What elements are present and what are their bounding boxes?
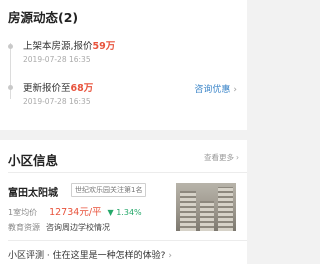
avg-price-value: 12734元/平 [49,207,102,218]
dynamics-title: 房源动态(2) [8,10,79,25]
event-listing-prefix: 上架本房源,报价 [23,41,93,52]
event-update-prefix: 更新报价至 [23,83,71,94]
chevron-right-icon: › [236,153,239,162]
price-change: ▼ 1.34% [108,208,142,217]
education-row[interactable]: 教育资源 咨询周边学校情况 [8,222,110,233]
timeline-line [10,43,11,99]
community-info-card: 小区信息 查看更多 › 富田太阳城 世纪欢乐园关注第1名 1室均价 12734元/平… [0,140,247,264]
community-review-link[interactable]: 小区评测 · 住在这里是一种怎样的体验? › [8,248,172,261]
chevron-right-icon: › [168,251,172,261]
community-title: 小区信息 [8,153,59,168]
divider [8,240,247,241]
price-row: 1室均价 12734元/平 ▼ 1.34% [8,204,142,218]
timeline-dot [8,44,13,49]
building-photo-icon[interactable] [176,183,236,231]
divider [8,172,247,173]
consult-discount-label: 咨询优惠 [194,85,231,95]
chevron-right-icon: › [233,85,237,95]
avg-price-label: 1室均价 [8,208,38,217]
community-review-label: 小区评测 · 住在这里是一种怎样的体验? [8,251,166,261]
event-update-text: 更新报价至68万 [23,80,93,94]
event-listing-text: 上架本房源,报价59万 [23,38,115,52]
consult-discount-link[interactable]: 咨询优惠 › [194,82,237,95]
down-arrow-icon: ▼ [107,208,114,217]
event-listing-date: 2019-07-28 16:35 [23,55,91,64]
listing-dynamics-card: 房源动态(2) 上架本房源,报价59万 2019-07-28 16:35 更新报… [0,0,247,130]
see-more-label: 查看更多 [204,153,234,162]
education-value: 咨询周边学校情况 [46,223,110,232]
price-change-value: 1.34% [116,208,142,217]
timeline-dot [8,85,13,90]
see-more-link[interactable]: 查看更多 › [204,152,239,163]
community-name[interactable]: 富田太阳城 [8,184,58,199]
event-update-price: 68万 [70,83,94,94]
event-listing-price: 59万 [92,41,116,52]
event-update-date: 2019-07-28 16:35 [23,97,91,106]
education-label: 教育资源 [8,223,40,232]
ranking-badge: 世纪欢乐园关注第1名 [71,183,147,197]
